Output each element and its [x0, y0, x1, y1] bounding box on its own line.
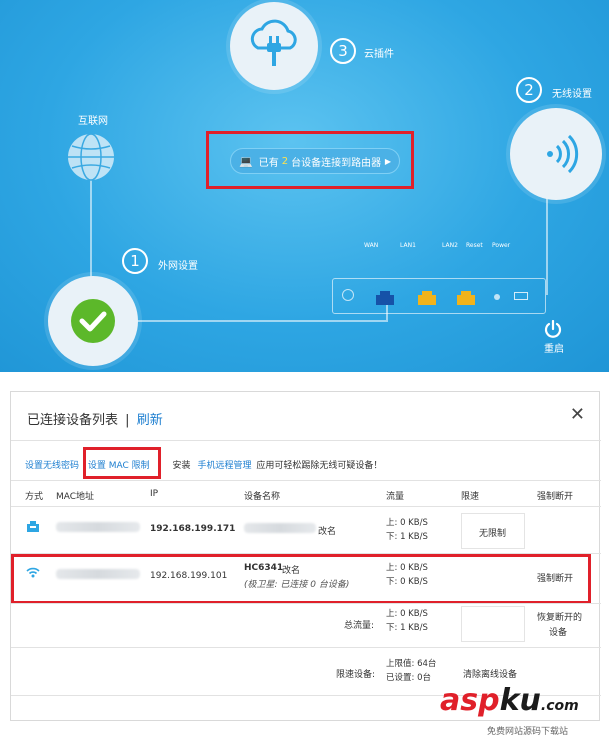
highlight-box [206, 131, 414, 189]
globe-icon [68, 133, 114, 181]
mac-address-blurred [56, 522, 140, 532]
check-circle-icon [71, 299, 115, 343]
wan-label[interactable]: 外网设置 [158, 257, 198, 272]
toolbar: 设置无线密码 设置 MAC 限制 安装 手机远程管理 应用可轻松踢除无线可疑设备… [25, 458, 382, 471]
wifi-password-link[interactable]: 设置无线密码 [25, 461, 79, 471]
restart-label[interactable]: 重启 [544, 340, 564, 355]
header-speed-limit: 限速 [461, 492, 480, 502]
dialog-title-text: 已连接设备列表 [27, 413, 119, 428]
watermark-logo: aspku.com [440, 683, 579, 718]
header-mac: MAC地址 [56, 492, 95, 502]
router-knob-icon [342, 289, 354, 301]
connector-line [90, 180, 92, 280]
cloud-plugin-circle[interactable] [230, 2, 318, 90]
router-dashboard: 3 云插件 互联网 💻 已有 2 台设备连接到路由器 ▶ 2 无线设置 1 外网… [0, 0, 609, 372]
step-1-badge: 1 [122, 248, 148, 274]
lan-icon [27, 521, 39, 532]
restore-disconnected-link-2[interactable]: 设备 [549, 625, 567, 638]
restore-disconnected-link[interactable]: 恢复断开的 [537, 610, 582, 623]
cloud-plug-icon [250, 19, 297, 66]
speed-limit-link[interactable]: 无限制 [479, 526, 506, 539]
cloud-plugin-label[interactable]: 云插件 [364, 45, 394, 60]
device-list-dialog: 已连接设备列表 | 刷新 ✕ 设置无线密码 设置 MAC 限制 安装 手机远程管… [10, 391, 601, 721]
lan2-port-icon[interactable] [455, 289, 477, 305]
total-up: 上: 0 KB/S [386, 609, 428, 619]
limited-max: 上限值: 64台 [386, 659, 437, 669]
mac-limit-highlight [83, 447, 161, 479]
title-separator: | [125, 413, 130, 428]
port-label-reset: Reset [466, 242, 483, 249]
header-type: 方式 [25, 492, 44, 502]
refresh-link[interactable]: 刷新 [137, 413, 163, 428]
limited-set: 已设置: 0台 [386, 673, 431, 683]
device-name-blurred [244, 523, 316, 533]
row-divider [11, 603, 601, 604]
wan-port-icon[interactable] [374, 289, 396, 305]
internet-globe [66, 132, 116, 182]
toolbar-divider [11, 480, 601, 481]
power-port-icon [514, 292, 528, 300]
total-limit-cell [461, 606, 525, 642]
app-desc: 应用可轻松踢除无线可疑设备！ [256, 461, 383, 471]
internet-label: 互联网 [78, 116, 108, 127]
wan-status-circle[interactable] [48, 276, 138, 366]
close-icon[interactable]: ✕ [570, 404, 585, 425]
watermark-subtitle: 免费网站源码下载站 [487, 727, 569, 737]
power-icon[interactable] [544, 320, 562, 338]
header-divider [11, 506, 601, 507]
port-label-lan1: LAN1 [400, 242, 416, 249]
header-name: 设备名称 [244, 492, 281, 502]
ip-address: 192.168.199.171 [150, 524, 236, 534]
app-link[interactable]: 手机远程管理 [197, 461, 251, 471]
header-ip: IP [150, 489, 159, 499]
reset-button-icon[interactable] [494, 294, 500, 300]
port-label-wan: WAN [364, 242, 379, 249]
row-highlight [11, 554, 591, 604]
wireless-circle[interactable] [510, 108, 602, 200]
step-2-badge: 2 [516, 77, 542, 103]
traffic-down: 下: 1 KB/S [386, 532, 428, 542]
lan1-port-icon[interactable] [416, 289, 438, 305]
connector-line [136, 320, 386, 322]
header-traffic: 流量 [386, 492, 405, 502]
limited-label: 限速设备: [336, 670, 376, 680]
port-label-power: Power [492, 242, 511, 249]
connector-line [546, 185, 548, 295]
total-label: 总流量: [344, 621, 375, 631]
row-divider [11, 647, 601, 648]
port-label-lan2: LAN2 [442, 242, 458, 249]
clear-offline-link[interactable]: 清除离线设备 [463, 667, 517, 680]
install-text: 安装 [172, 461, 191, 471]
header-force-disconnect: 强制断开 [537, 492, 574, 502]
dialog-title: 已连接设备列表 | 刷新 [27, 409, 163, 428]
title-divider [11, 440, 601, 441]
wifi-signal-icon [547, 134, 579, 174]
wireless-label[interactable]: 无线设置 [552, 85, 592, 100]
traffic-up: 上: 0 KB/S [386, 518, 428, 528]
total-down: 下: 1 KB/S [386, 623, 428, 633]
rename-link[interactable]: 改名 [318, 524, 336, 537]
step-3-badge: 3 [330, 38, 356, 64]
